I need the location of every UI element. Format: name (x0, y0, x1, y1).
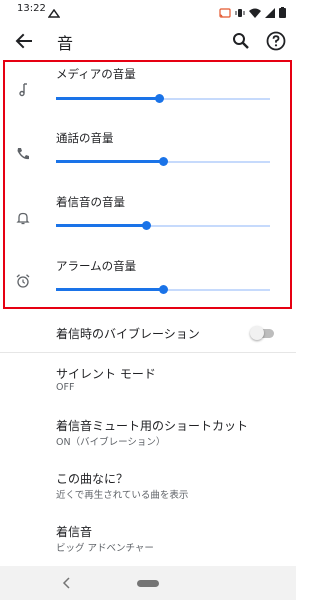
alarm-volume-slider[interactable] (56, 284, 270, 296)
back-button[interactable] (12, 29, 36, 53)
cloud-icon (47, 4, 61, 23)
slider-thumb[interactable] (159, 157, 168, 166)
app-bar: 音 (0, 22, 296, 60)
vibrate-icon (235, 3, 245, 22)
ringtone-value: ビッグ アドベンチャー (56, 543, 154, 554)
ring-volume-row: 着信音の音量 (0, 188, 296, 248)
search-icon (229, 33, 253, 57)
wifi-icon (249, 3, 261, 22)
silent-mode-row[interactable]: サイレント モード OFF (0, 353, 296, 403)
slider-thumb[interactable] (159, 285, 168, 294)
page-title: 音 (57, 34, 74, 53)
nav-back-icon (60, 575, 74, 594)
help-icon (264, 31, 288, 57)
help-button[interactable] (264, 29, 288, 53)
slider-thumb[interactable] (154, 94, 164, 103)
media-volume-slider[interactable] (56, 93, 270, 105)
alarm-volume-row: アラームの音量 (0, 252, 296, 312)
alarm-clock-icon (15, 273, 31, 293)
silent-mode-value: OFF (56, 382, 75, 393)
now-playing-row[interactable]: この曲なに？ 近くで再生されている曲を表示 (0, 458, 296, 510)
slider-fill (56, 97, 159, 100)
ring-volume-slider[interactable] (56, 220, 270, 232)
ringtone-row[interactable]: 着信音 ビッグ アドベンチャー (0, 511, 296, 563)
media-volume-label: メディアの音量 (56, 67, 136, 81)
now-playing-title: この曲なに？ (56, 472, 129, 486)
mute-shortcut-value: ON（バイブレーション） (56, 437, 166, 448)
slider-thumb[interactable] (141, 221, 151, 230)
silent-mode-title: サイレント モード (56, 367, 156, 381)
back-arrow-icon (12, 33, 36, 57)
alarm-volume-label: アラームの音量 (56, 259, 137, 273)
mute-shortcut-title: 着信音ミュート用のショートカット (56, 419, 249, 433)
phone-icon (15, 146, 31, 166)
ringtone-title: 着信音 (56, 525, 93, 539)
status-icons (219, 3, 286, 22)
toggle-knob (250, 326, 264, 340)
search-button[interactable] (229, 29, 253, 53)
bell-icon (15, 210, 31, 230)
status-bar: 13:22 (0, 0, 296, 20)
media-volume-row: メディアの音量 (0, 60, 296, 120)
vibrate-on-ring-row[interactable]: 着信時のバイブレーション (0, 314, 296, 352)
call-volume-label: 通話の音量 (56, 131, 114, 145)
nav-back-button[interactable] (60, 575, 74, 589)
music-note-icon (15, 82, 31, 102)
call-volume-slider[interactable] (56, 156, 270, 168)
slider-fill (56, 160, 163, 163)
call-volume-row: 通話の音量 (0, 124, 296, 184)
mute-shortcut-row[interactable]: 着信音ミュート用のショートカット ON（バイブレーション） (0, 405, 296, 457)
slider-fill (56, 224, 146, 227)
now-playing-value: 近くで再生されている曲を表示 (56, 490, 189, 501)
cast-icon (219, 3, 231, 22)
signal-icon (265, 3, 275, 22)
navigation-bar (0, 566, 296, 600)
ring-volume-label: 着信音の音量 (56, 195, 125, 209)
vibrate-toggle[interactable] (250, 326, 276, 340)
vibrate-on-ring-title: 着信時のバイブレーション (56, 327, 200, 341)
nav-home-pill[interactable] (137, 580, 159, 587)
battery-icon (279, 3, 286, 22)
status-time: 13:22 (17, 3, 46, 14)
slider-fill (56, 288, 163, 291)
